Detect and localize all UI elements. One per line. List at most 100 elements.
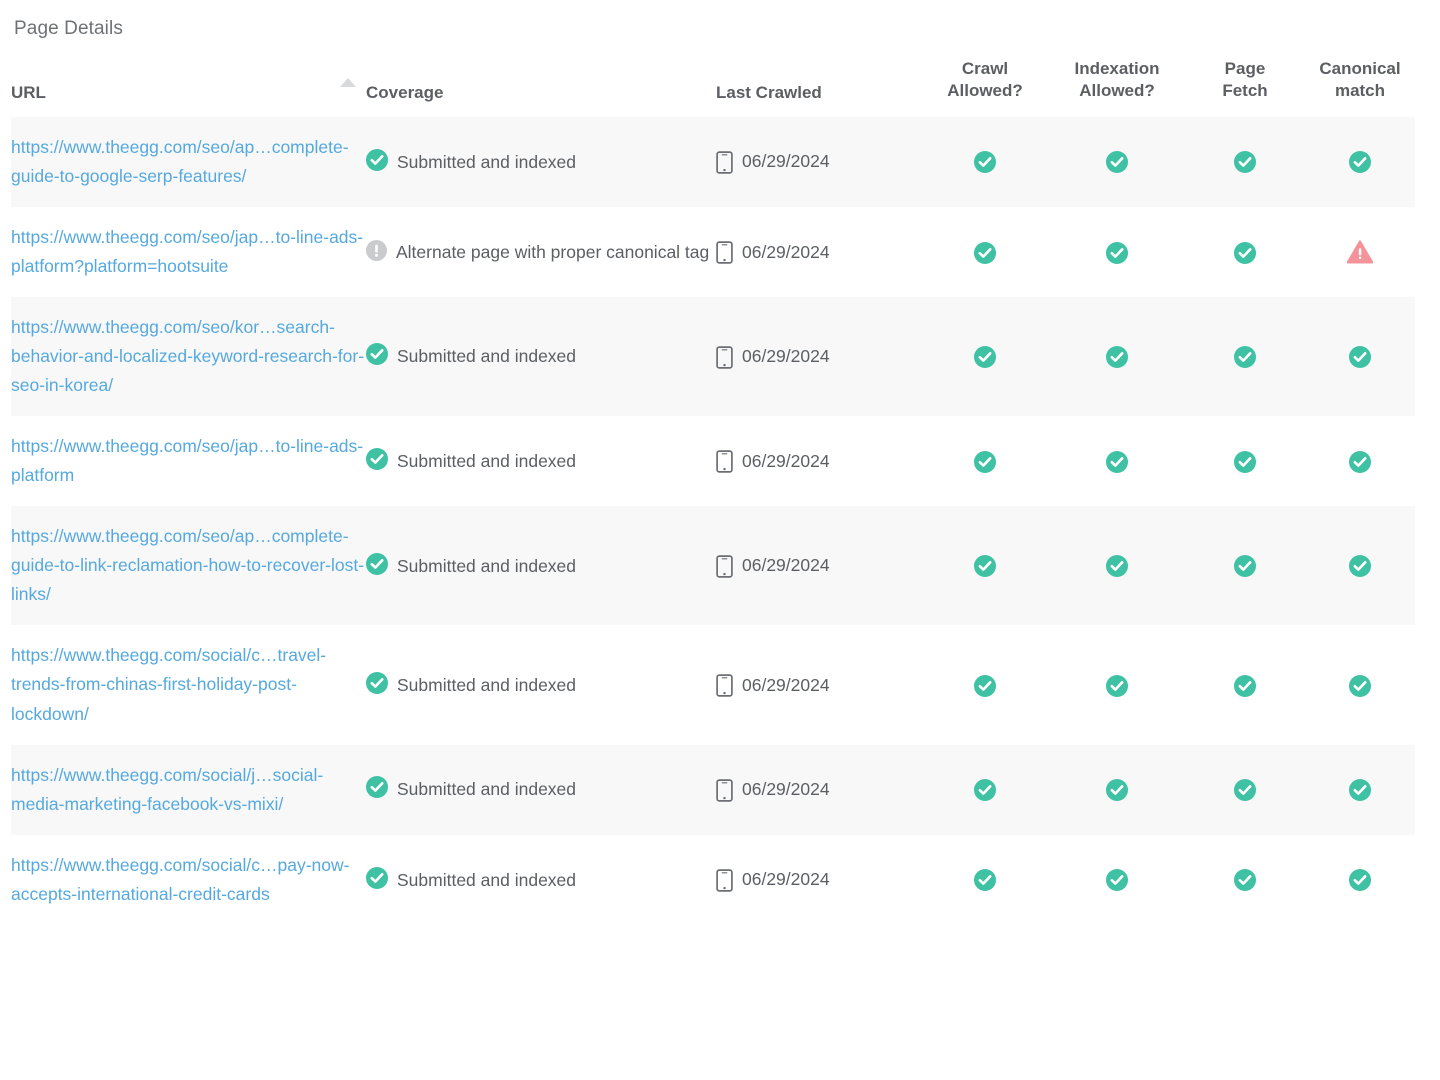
cell-coverage: Submitted and indexed — [366, 625, 716, 744]
mobile-icon — [716, 151, 733, 174]
cell-last-crawled: 06/29/2024 — [716, 117, 921, 207]
cell-last-crawled: 06/29/2024 — [716, 506, 921, 625]
cell-canonical-match — [1305, 745, 1415, 835]
table-row[interactable]: https://www.theegg.com/seo/jap…to-line-a… — [11, 416, 1415, 507]
table-header: URL Coverage Last Crawled Crawl Allowed? — [11, 58, 1415, 117]
url-link[interactable]: https://www.theegg.com/social/c…pay-now-… — [11, 851, 366, 909]
cell-canonical-match — [1305, 297, 1415, 416]
cell-page-fetch — [1185, 745, 1305, 835]
page-details-table: URL Coverage Last Crawled Crawl Allowed? — [11, 58, 1415, 925]
last-crawled-date: 06/29/2024 — [742, 674, 830, 695]
last-crawled-date: 06/29/2024 — [742, 869, 830, 890]
check-circle-icon — [1106, 555, 1128, 578]
cell-coverage: Submitted and indexed — [366, 506, 716, 625]
url-link[interactable]: https://www.theegg.com/seo/ap…complete-g… — [11, 133, 366, 191]
check-circle-icon — [1106, 674, 1128, 697]
cell-page-fetch — [1185, 625, 1305, 744]
info-circle-icon — [366, 239, 387, 261]
mobile-icon — [716, 450, 733, 473]
cell-last-crawled: 06/29/2024 — [716, 625, 921, 744]
table-row[interactable]: https://www.theegg.com/seo/ap…complete-g… — [11, 116, 1415, 207]
column-header-coverage[interactable]: Coverage — [366, 58, 716, 117]
check-circle-icon — [974, 346, 996, 369]
check-circle-icon — [366, 343, 388, 366]
table-row[interactable]: https://www.theegg.com/social/c…pay-now-… — [11, 834, 1415, 925]
cell-last-crawled: 06/29/2024 — [716, 745, 921, 835]
cell-crawl-allowed — [921, 117, 1049, 207]
check-circle-icon — [1106, 450, 1128, 473]
column-header-canonical-match-line2: match — [1334, 81, 1386, 101]
url-link[interactable]: https://www.theegg.com/social/c…travel-t… — [11, 641, 366, 728]
coverage-status-label: Submitted and indexed — [397, 869, 577, 890]
cell-indexation-allowed — [1049, 207, 1185, 297]
cell-coverage: Submitted and indexed — [366, 835, 716, 925]
column-header-indexation-allowed[interactable]: Indexation Allowed? — [1049, 58, 1185, 117]
cell-indexation-allowed — [1049, 625, 1185, 744]
check-circle-icon — [1349, 450, 1371, 473]
check-circle-icon — [974, 674, 996, 697]
cell-indexation-allowed — [1049, 297, 1185, 416]
check-circle-icon — [974, 555, 996, 578]
cell-crawl-allowed — [921, 416, 1049, 506]
check-circle-icon — [1234, 555, 1256, 578]
cell-indexation-allowed — [1049, 117, 1185, 207]
cell-crawl-allowed — [921, 745, 1049, 835]
cell-indexation-allowed — [1049, 745, 1185, 835]
check-circle-icon — [366, 148, 388, 171]
check-circle-icon — [1234, 450, 1256, 473]
url-link[interactable]: https://www.theegg.com/seo/jap…to-line-a… — [11, 432, 366, 490]
table-row[interactable]: https://www.theegg.com/social/j…social-m… — [11, 744, 1415, 835]
table-row[interactable]: https://www.theegg.com/seo/ap…complete-g… — [11, 506, 1415, 626]
cell-crawl-allowed — [921, 835, 1049, 925]
coverage-status-label: Submitted and indexed — [397, 451, 577, 472]
cell-url: https://www.theegg.com/seo/jap…to-line-a… — [11, 207, 366, 297]
check-circle-icon — [1234, 869, 1256, 892]
cell-coverage: Submitted and indexed — [366, 297, 716, 416]
column-header-canonical-match[interactable]: Canonical match — [1305, 58, 1415, 117]
check-circle-icon — [1106, 869, 1128, 892]
table-row[interactable]: https://www.theegg.com/seo/kor…search-be… — [11, 297, 1415, 417]
column-header-page-fetch-line2: Fetch — [1222, 81, 1268, 101]
url-link[interactable]: https://www.theegg.com/seo/kor…search-be… — [11, 313, 366, 400]
column-header-canonical-match-line1: Canonical — [1319, 59, 1401, 78]
cell-url: https://www.theegg.com/social/c…pay-now-… — [11, 835, 366, 925]
check-circle-icon — [366, 776, 388, 799]
page-title: Page Details — [14, 18, 123, 39]
cell-last-crawled: 06/29/2024 — [716, 297, 921, 416]
column-header-crawl-allowed-line1: Crawl — [961, 59, 1009, 78]
coverage-status-label: Submitted and indexed — [397, 151, 577, 172]
cell-url: https://www.theegg.com/seo/ap…complete-g… — [11, 117, 366, 207]
table-row[interactable]: https://www.theegg.com/seo/jap…to-line-a… — [11, 206, 1415, 298]
check-circle-icon — [1106, 241, 1128, 264]
cell-page-fetch — [1185, 207, 1305, 297]
cell-crawl-allowed — [921, 506, 1049, 625]
url-link[interactable]: https://www.theegg.com/seo/jap…to-line-a… — [11, 223, 366, 281]
cell-canonical-match — [1305, 835, 1415, 925]
url-link[interactable]: https://www.theegg.com/seo/ap…complete-g… — [11, 522, 366, 609]
page-details-view: Page Details URL Coverage Last Crawled C… — [0, 0, 1440, 1080]
check-circle-icon — [974, 450, 996, 473]
cell-last-crawled: 06/29/2024 — [716, 835, 921, 925]
column-header-last-crawled[interactable]: Last Crawled — [716, 58, 921, 117]
cell-canonical-match — [1305, 207, 1415, 297]
check-circle-icon — [1234, 674, 1256, 697]
cell-url: https://www.theegg.com/seo/kor…search-be… — [11, 297, 366, 416]
table-row[interactable]: https://www.theegg.com/social/c…travel-t… — [11, 625, 1415, 745]
triangle-up-icon[interactable] — [340, 78, 356, 87]
coverage-status-label: Submitted and indexed — [397, 346, 577, 367]
cell-canonical-match — [1305, 625, 1415, 744]
column-header-url-label: URL — [11, 82, 46, 102]
cell-last-crawled: 06/29/2024 — [716, 207, 921, 297]
mobile-icon — [716, 778, 733, 802]
check-circle-icon — [1349, 151, 1371, 174]
check-circle-icon — [1234, 241, 1256, 264]
cell-crawl-allowed — [921, 207, 1049, 297]
url-link[interactable]: https://www.theegg.com/social/j…social-m… — [11, 761, 366, 819]
mobile-icon — [716, 241, 733, 264]
column-header-crawl-allowed[interactable]: Crawl Allowed? — [921, 58, 1049, 117]
column-header-page-fetch[interactable]: Page Fetch — [1185, 58, 1305, 117]
cell-canonical-match — [1305, 117, 1415, 207]
column-header-url[interactable]: URL — [11, 58, 366, 117]
cell-page-fetch — [1185, 297, 1305, 416]
check-circle-icon — [974, 241, 996, 264]
